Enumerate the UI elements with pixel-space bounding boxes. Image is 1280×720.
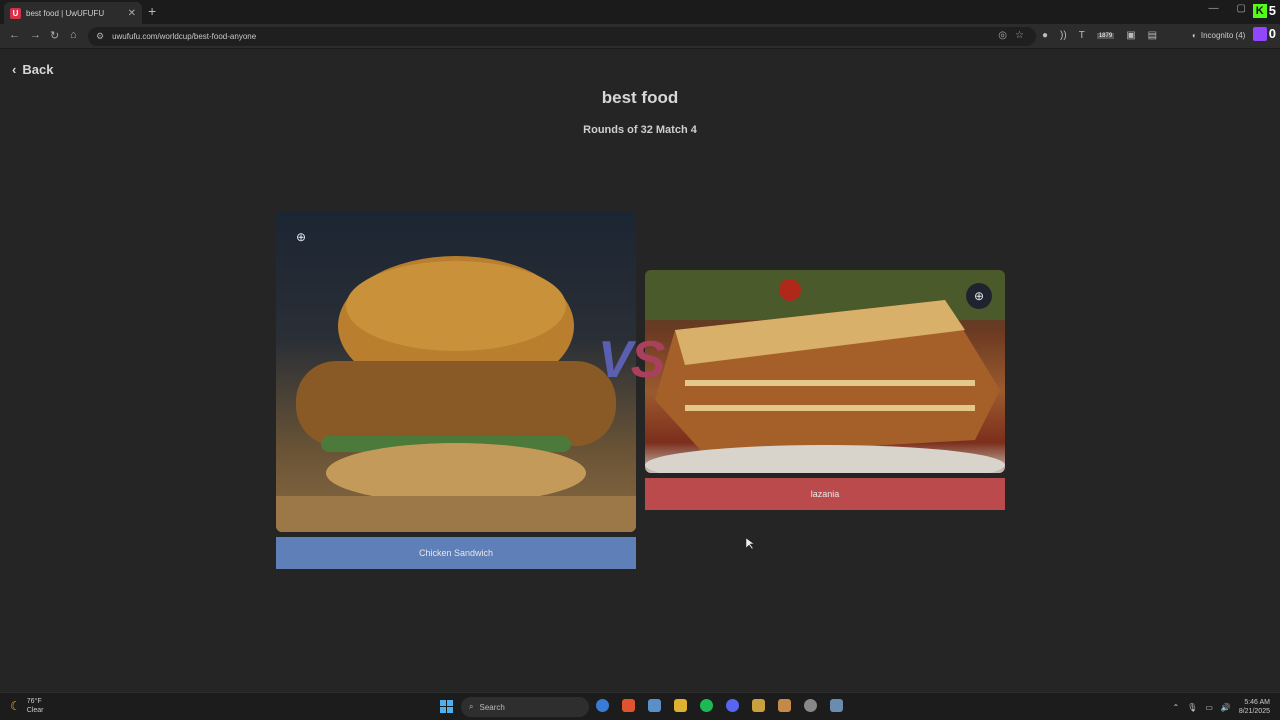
brave-icon[interactable] xyxy=(622,699,635,712)
discord-icon[interactable] xyxy=(726,699,739,712)
twitch-count: 0 xyxy=(1268,26,1276,41)
address-bar-actions: ◎ ☆ xyxy=(998,30,1024,41)
weather-temp: 76°F xyxy=(26,698,42,705)
bookmark-star-icon[interactable]: ☆ xyxy=(1015,30,1024,41)
weather-widget[interactable]: ☾ 76°F Clear xyxy=(10,697,44,715)
obs-icon[interactable] xyxy=(804,699,817,712)
right-candidate-image[interactable] xyxy=(645,270,1005,473)
reload-icon[interactable]: ↻ xyxy=(50,29,59,42)
window-controls: — ▢ xyxy=(1209,3,1246,14)
clock-date: 8/21/2025 xyxy=(1238,708,1270,715)
lasagna-illustration xyxy=(645,270,1005,473)
back-label: Back xyxy=(22,62,54,77)
forward-arrow-icon[interactable]: → xyxy=(30,29,41,41)
incognito-icon: ◐ xyxy=(1192,31,1197,40)
search-label: Search xyxy=(479,702,505,712)
file-explorer-icon[interactable] xyxy=(674,699,687,712)
incognito-label: Incognito (4) xyxy=(1200,31,1246,40)
url-text: uwufufu.com/worldcup/best-food-anyone xyxy=(112,32,257,41)
new-tab-button[interactable]: + xyxy=(148,3,156,19)
extensions-area: ● )) T 1879 ▣ ▤ xyxy=(1042,30,1157,41)
minimize-icon[interactable]: — xyxy=(1209,3,1219,14)
taskbar-search[interactable]: ⌕ Search xyxy=(461,697,589,717)
home-icon[interactable]: ⌂ xyxy=(70,29,77,41)
chevron-up-icon[interactable]: ⌃ xyxy=(1172,703,1179,712)
address-bar[interactable]: ⚙ uwufufu.com/worldcup/best-food-anyone … xyxy=(88,27,1036,46)
chicken-sandwich-illustration xyxy=(276,256,636,532)
extension-badge[interactable]: 1879 xyxy=(1096,32,1115,39)
extensions-puzzle-icon[interactable]: ▣ xyxy=(1126,30,1135,41)
kick-overlay-badge: K 5 xyxy=(1252,3,1276,18)
task-view-icon[interactable] xyxy=(648,699,661,712)
browser-toolbar: ← → ↻ ⌂ ⚙ uwufufu.com/worldcup/best-food… xyxy=(0,24,1280,49)
moon-weather-icon: ☾ xyxy=(10,699,21,713)
right-candidate-button[interactable]: lazania xyxy=(645,478,1005,510)
settings-gear-icon[interactable] xyxy=(830,699,843,712)
windows-start-icon[interactable] xyxy=(440,700,453,713)
volume-icon[interactable]: 🔊 xyxy=(1221,703,1231,712)
twitch-logo-icon xyxy=(1252,26,1267,41)
chevron-left-icon: ‹ xyxy=(12,62,17,77)
back-button[interactable]: ‹ Back xyxy=(12,62,53,77)
kick-logo-icon: K xyxy=(1252,3,1267,18)
maximize-icon[interactable]: ▢ xyxy=(1237,3,1246,14)
tab-title: best food | UwUFUFU xyxy=(26,8,105,18)
search-icon: ⌕ xyxy=(469,702,474,711)
page-title: best food xyxy=(601,88,679,107)
site-info-icon[interactable]: ⚙ xyxy=(96,31,104,42)
left-candidate-image[interactable] xyxy=(276,211,636,532)
system-tray: ⌃ 🎙 ▭ 🔊 5:46 AM 8/21/2025 xyxy=(1172,698,1270,716)
mouse-cursor xyxy=(745,537,755,555)
uwufufu-favicon-icon: U xyxy=(10,7,21,19)
weather-condition: Clear xyxy=(26,707,44,714)
chrome-icon[interactable] xyxy=(596,699,609,712)
round-info: Rounds of 32 Match 4 xyxy=(583,124,697,136)
browser-tab[interactable]: U best food | UwUFUFU ✕ xyxy=(4,2,142,24)
tab-close-icon[interactable]: ✕ xyxy=(128,8,136,19)
torch-app-icon[interactable] xyxy=(752,699,765,712)
versus-label: VS xyxy=(598,330,666,390)
side-panel-icon[interactable]: ▤ xyxy=(1148,30,1157,41)
extension-dot-icon[interactable]: ● xyxy=(1042,30,1048,41)
twitch-overlay-badge: 0 xyxy=(1252,26,1276,41)
taskbar-apps xyxy=(596,699,843,712)
left-candidate-button[interactable]: Chicken Sandwich xyxy=(276,537,636,569)
triangle-app-icon[interactable] xyxy=(778,699,791,712)
extension-wave-icon[interactable]: )) xyxy=(1060,30,1067,41)
browser-tab-strip: U best food | UwUFUFU ✕ + — ▢ K 5 xyxy=(0,0,1280,24)
translate-icon[interactable]: T xyxy=(1079,30,1085,41)
versus-s: S xyxy=(630,331,666,389)
zoom-right-icon[interactable]: ⊕ xyxy=(966,283,992,309)
windows-taskbar: ☾ 76°F Clear ⌕ Search ⌃ 🎙 ▭ 🔊 5:46 AM 8/… xyxy=(0,692,1280,720)
zoom-left-icon[interactable]: ⊕ xyxy=(288,224,314,250)
versus-v: V xyxy=(598,331,633,389)
microphone-icon[interactable]: 🎙 xyxy=(1187,703,1197,712)
back-arrow-icon[interactable]: ← xyxy=(9,29,20,41)
spotify-icon[interactable] xyxy=(700,699,713,712)
clock-time: 5:46 AM xyxy=(1244,699,1270,706)
kick-count: 5 xyxy=(1268,3,1276,18)
incognito-indicator[interactable]: ◐ Incognito (4) xyxy=(1192,31,1245,40)
network-icon[interactable]: ▭ xyxy=(1205,703,1213,712)
clock[interactable]: 5:46 AM 8/21/2025 xyxy=(1239,698,1270,716)
eye-off-icon[interactable]: ◎ xyxy=(998,30,1007,41)
